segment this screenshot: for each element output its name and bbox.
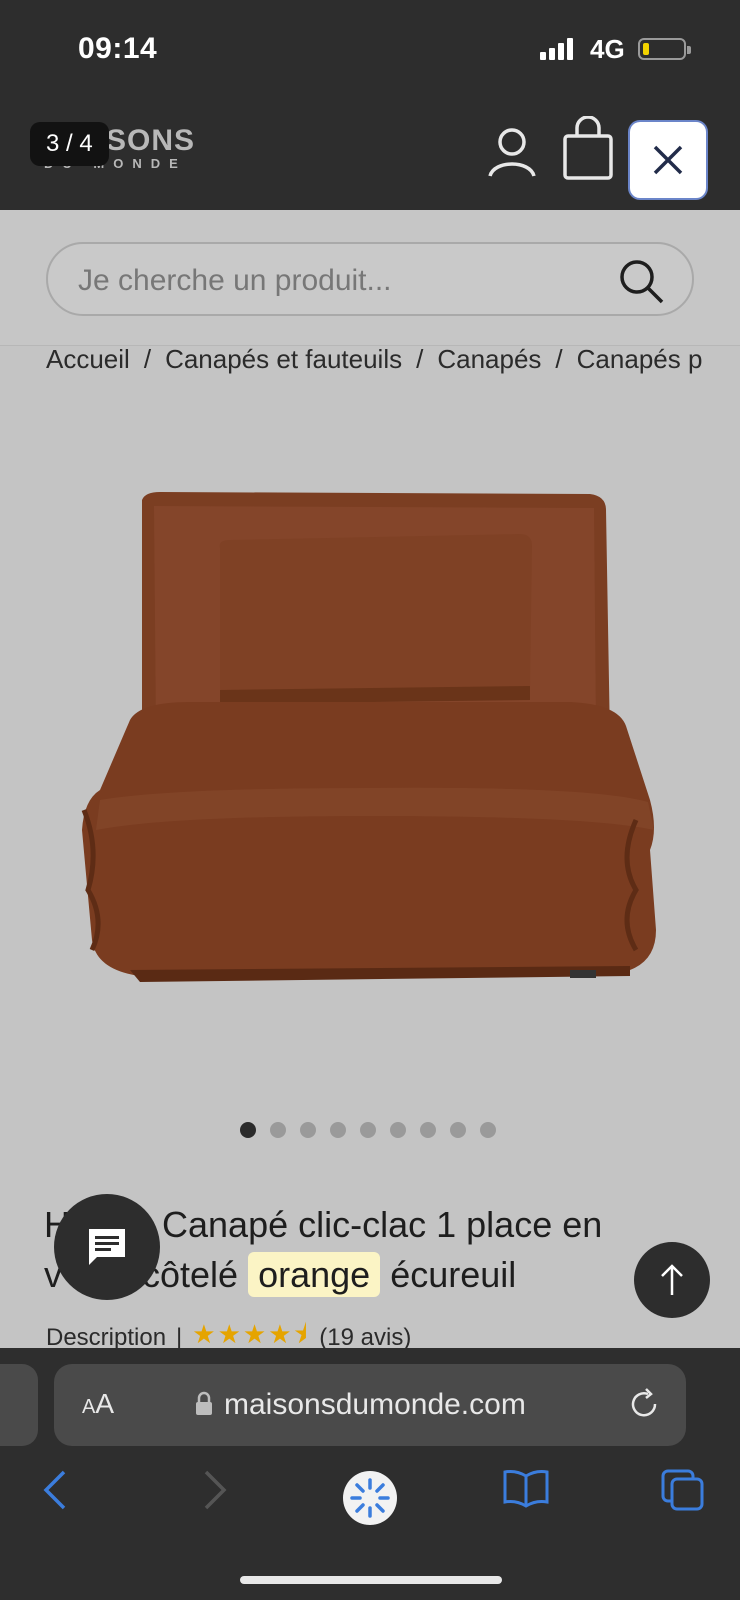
signal-icon xyxy=(540,38,573,60)
carousel-dot[interactable] xyxy=(450,1122,466,1138)
breadcrumb-separator: / xyxy=(416,344,424,374)
breadcrumb-separator: / xyxy=(555,344,563,374)
carousel-dot-active[interactable] xyxy=(240,1122,256,1138)
bookmarks-icon[interactable] xyxy=(502,1468,550,1513)
user-icon[interactable] xyxy=(484,124,540,185)
browser-toolbar: AA maisonsdumonde.com xyxy=(0,1348,740,1600)
aa-large: A xyxy=(95,1388,115,1419)
tabs-icon[interactable] xyxy=(660,1468,706,1517)
breadcrumb: Accueil / Canapés et fauteuils / Canapés / Can… xyxy=(46,344,702,375)
reload-icon[interactable] xyxy=(626,1386,662,1427)
search-placeholder: Je cherche un produit... xyxy=(78,264,392,297)
status-time: 09:14 xyxy=(78,32,158,65)
scroll-to-top-button[interactable] xyxy=(634,1242,710,1318)
chat-button[interactable] xyxy=(54,1194,160,1300)
address-bar[interactable]: AA maisonsdumonde.com xyxy=(54,1364,686,1446)
breadcrumb-item[interactable]: Canapés p xyxy=(577,344,703,374)
url-text: maisonsdumonde.com xyxy=(224,1388,526,1421)
share-loading-icon[interactable] xyxy=(342,1470,398,1531)
breadcrumb-item[interactable]: Accueil xyxy=(46,344,130,374)
breadcrumb-item[interactable]: Canapés xyxy=(437,344,541,374)
back-icon[interactable] xyxy=(40,1468,70,1517)
lock-icon xyxy=(194,1391,214,1422)
breadcrumb-item[interactable]: Canapés et fauteuils xyxy=(165,344,402,374)
carousel-dot[interactable] xyxy=(360,1122,376,1138)
carousel-dot[interactable] xyxy=(390,1122,406,1138)
home-indicator[interactable] xyxy=(240,1576,502,1584)
carousel-dot[interactable] xyxy=(270,1122,286,1138)
carousel-dots xyxy=(240,1122,496,1138)
status-bar: 09:14 4G xyxy=(0,0,740,100)
site-header: SONS DU MONDE 3 / 4 xyxy=(0,100,740,210)
arrow-up-icon xyxy=(661,1264,683,1295)
search-icon[interactable] xyxy=(616,256,666,311)
breadcrumb-separator: / xyxy=(143,344,152,374)
search-area: Je cherche un produit... xyxy=(0,210,740,346)
forward-icon[interactable] xyxy=(200,1468,230,1517)
shopping-bag-icon[interactable] xyxy=(560,115,616,187)
carousel-dot[interactable] xyxy=(480,1122,496,1138)
close-icon xyxy=(653,145,683,175)
product-image[interactable] xyxy=(70,470,680,1030)
previous-tab-preview[interactable] xyxy=(0,1364,38,1446)
search-highlight: orange xyxy=(248,1252,381,1297)
text-size-button[interactable]: AA xyxy=(82,1388,114,1420)
aa-small: A xyxy=(82,1396,96,1418)
carousel-dot[interactable] xyxy=(420,1122,436,1138)
chat-icon xyxy=(89,1229,125,1265)
carousel-dot[interactable] xyxy=(300,1122,316,1138)
battery-icon xyxy=(638,38,691,60)
title-text: écureuil xyxy=(380,1254,517,1295)
search-input[interactable]: Je cherche un produit... xyxy=(46,242,694,316)
image-pager-badge: 3 / 4 xyxy=(30,122,109,166)
network-label: 4G xyxy=(590,34,625,64)
carousel-dot[interactable] xyxy=(330,1122,346,1138)
close-button[interactable] xyxy=(628,120,708,200)
